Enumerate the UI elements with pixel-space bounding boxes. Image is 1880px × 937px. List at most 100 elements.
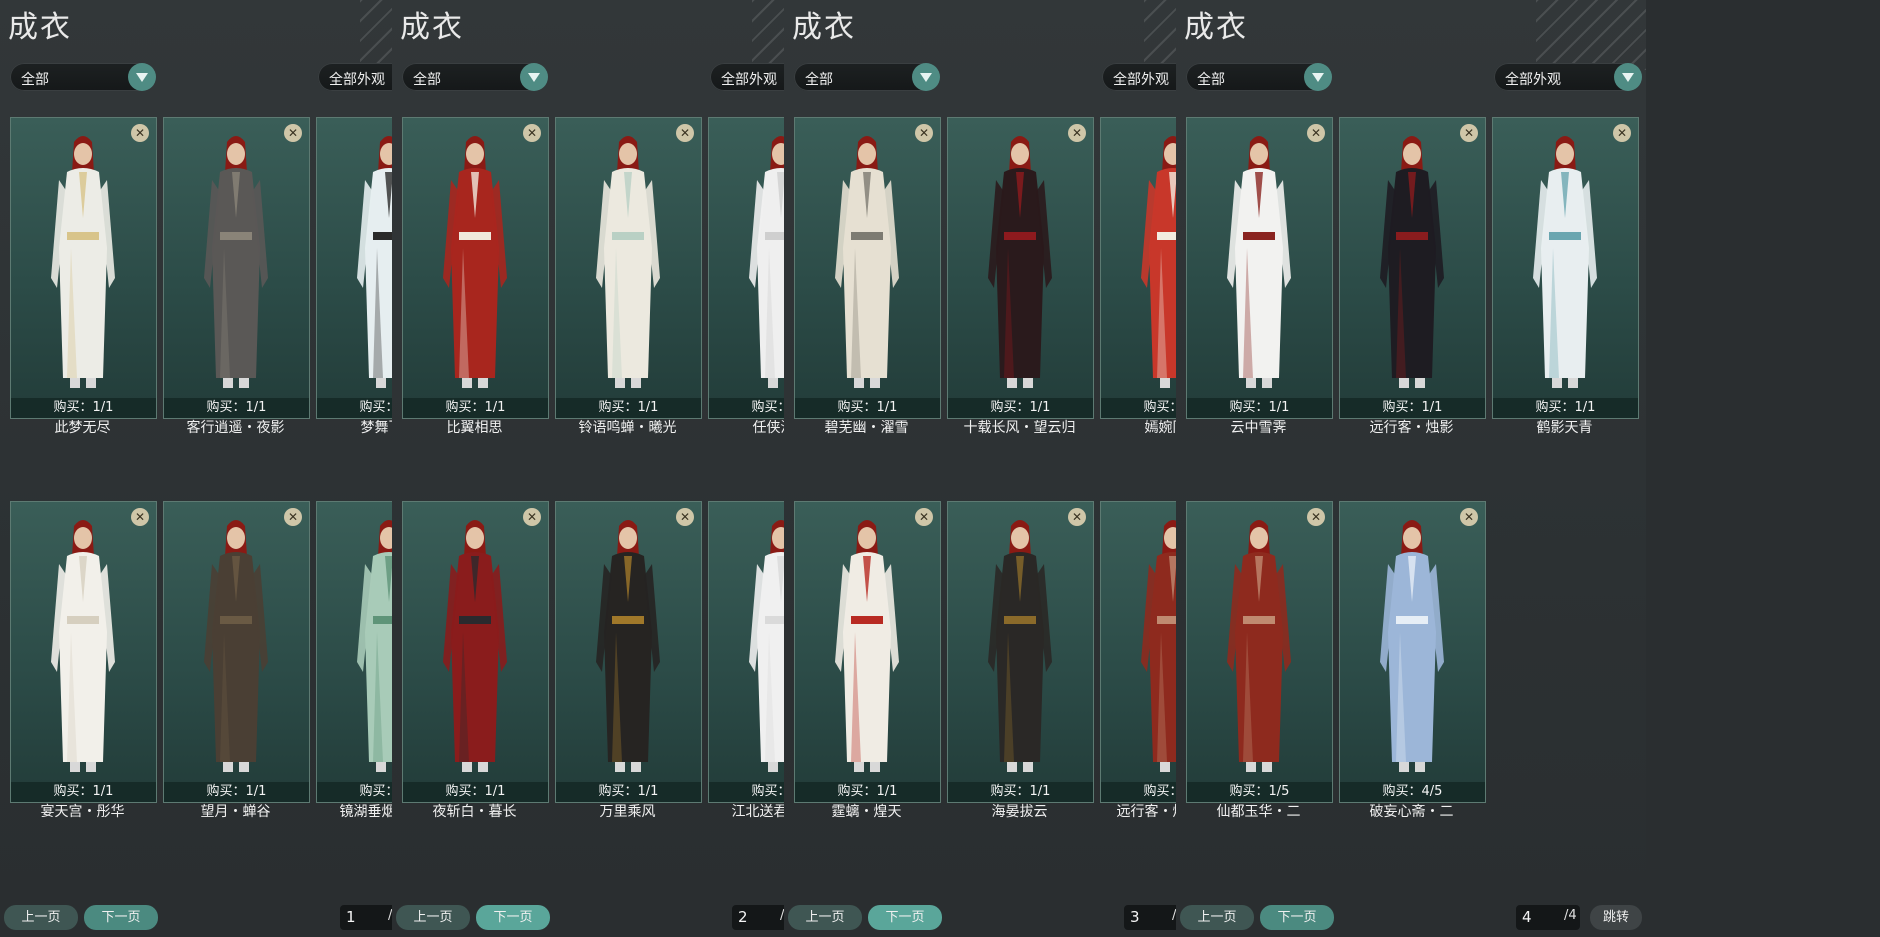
purchase-count: 购买：1/5 [1187,782,1332,802]
purchase-count: 购买：1/1 [556,782,701,802]
category-dropdown[interactable]: 全部 [1186,63,1332,91]
outfit-preview-image [1219,512,1299,788]
chevron-down-icon[interactable] [1614,63,1642,91]
next-page-button[interactable]: 下一页 [476,905,550,930]
outfit-card[interactable]: ✕ 购买：1/1 [10,501,157,803]
outfit-name: 鹤影天青 [1536,420,1593,436]
outfit-name: 此梦无尽 [54,420,111,436]
purchase-count: 购买：1/1 [948,782,1093,802]
trash-icon[interactable]: ✕ [131,124,149,142]
outfit-card[interactable]: ✕ 购买：1/1 [555,501,702,803]
trash-icon[interactable]: ✕ [915,508,933,526]
trash-icon[interactable]: ✕ [1613,124,1631,142]
outfit-card[interactable]: ✕ 购买：1/1 [794,117,941,419]
trash-icon[interactable]: ✕ [915,124,933,142]
next-page-button[interactable]: 下一页 [868,905,942,930]
outfit-preview-image [588,128,668,404]
outfit-name: 海晏拔云 [991,804,1048,820]
category-dropdown-value: 全部 [805,72,833,88]
panel-title: 成衣 [1184,10,1248,45]
outfit-card[interactable]: ✕ 购买：1/1 [163,501,310,803]
outfit-card[interactable]: ✕ 购买：1/1 [1492,117,1639,419]
purchase-count: 购买：1/1 [795,782,940,802]
outfit-name: 宴天宫・彤华 [40,804,125,820]
purchase-count: 购买：1/1 [1340,398,1485,418]
purchase-count: 购买：1/1 [11,398,156,418]
outfit-name: 破妄心斋・二 [1369,804,1454,820]
next-page-button[interactable]: 下一页 [84,905,158,930]
outfit-card[interactable]: ✕ 购买：1/1 [947,501,1094,803]
prev-page-button[interactable]: 上一页 [4,905,78,930]
next-page-button[interactable]: 下一页 [1260,905,1334,930]
outfit-card[interactable]: ✕ 购买：1/1 [947,117,1094,419]
outfit-card[interactable]: ✕ 购买：1/1 [1339,117,1486,419]
appearance-dropdown[interactable]: 全部外观 [1494,63,1642,91]
panel-title: 成衣 [8,10,72,45]
category-dropdown[interactable]: 全部 [402,63,548,91]
trash-icon[interactable]: ✕ [1307,508,1325,526]
outfit-card[interactable]: ✕ 购买：1/1 [1186,117,1333,419]
purchase-count: 购买：4/5 [1340,782,1485,802]
outfit-name: 十载长风・望云归 [963,420,1076,436]
prev-page-button[interactable]: 上一页 [396,905,470,930]
purchase-count: 购买：1/1 [1187,398,1332,418]
outfit-card[interactable]: ✕ 购买：4/5 [1339,501,1486,803]
outfit-name: 夜斩白・暮长 [432,804,517,820]
outfit-card[interactable]: ✕ 购买：1/1 [402,117,549,419]
outfit-preview-image [980,512,1060,788]
trash-icon[interactable]: ✕ [1068,508,1086,526]
page-number-input[interactable]: 4/4 [1516,905,1580,930]
purchase-count: 购买：1/1 [556,398,701,418]
outfit-preview-image [1219,128,1299,404]
trash-icon[interactable]: ✕ [1460,508,1478,526]
trash-icon[interactable]: ✕ [523,508,541,526]
category-dropdown-value: 全部 [413,72,441,88]
outfit-card[interactable]: ✕ 购买：1/1 [10,117,157,419]
outfit-name: 远行客・烛影 [1369,420,1454,436]
outfit-preview-image [435,128,515,404]
prev-page-button[interactable]: 上一页 [788,905,862,930]
current-page: 4 [1522,908,1532,926]
outfit-preview-image [1525,128,1605,404]
trash-icon[interactable]: ✕ [676,508,694,526]
outfit-preview-image [196,128,276,404]
category-dropdown[interactable]: 全部 [794,63,940,91]
screen: 成衣全部 全部外观 ✕ 购买：1/1 此梦无尽 ✕ 购买：1/1 客行逍遥・夜影 ✕ 购买：1/1… [0,0,1880,937]
outfit-preview-image [196,512,276,788]
outfit-card[interactable]: ✕ 购买：1/1 [402,501,549,803]
purchase-count: 购买：1/1 [948,398,1093,418]
chevron-down-icon[interactable] [128,63,156,91]
chevron-down-icon[interactable] [520,63,548,91]
outfit-name: 仙都玉华・二 [1216,804,1301,820]
category-dropdown[interactable]: 全部 [10,63,156,91]
trash-icon[interactable]: ✕ [1460,124,1478,142]
current-page: 1 [346,908,356,926]
chevron-down-icon[interactable] [912,63,940,91]
trash-icon[interactable]: ✕ [284,124,302,142]
outfit-card[interactable]: ✕ 购买：1/1 [794,501,941,803]
outfit-name: 云中雪霁 [1230,420,1287,436]
trash-icon[interactable]: ✕ [676,124,694,142]
outfit-name: 望月・蝉谷 [200,804,271,820]
prev-page-button[interactable]: 上一页 [1180,905,1254,930]
trash-icon[interactable]: ✕ [523,124,541,142]
outfit-name: 万里乘风 [599,804,656,820]
trash-icon[interactable]: ✕ [1307,124,1325,142]
outfit-name: 铃语鸣蝉・曦光 [578,420,677,436]
category-dropdown-value: 全部 [1197,72,1225,88]
appearance-dropdown-value: 全部外观 [1505,72,1561,88]
outfit-card[interactable]: ✕ 购买：1/5 [1186,501,1333,803]
panel-title: 成衣 [400,10,464,45]
purchase-count: 购买：1/1 [164,782,309,802]
outfit-preview-image [43,128,123,404]
jump-button[interactable]: 跳转 [1590,905,1642,930]
outfit-preview-image [435,512,515,788]
outfit-card[interactable]: ✕ 购买：1/1 [555,117,702,419]
trash-icon[interactable]: ✕ [131,508,149,526]
chevron-down-icon[interactable] [1304,63,1332,91]
outfit-preview-image [827,512,907,788]
outfit-card[interactable]: ✕ 购买：1/1 [163,117,310,419]
trash-icon[interactable]: ✕ [284,508,302,526]
purchase-count: 购买：1/1 [403,398,548,418]
trash-icon[interactable]: ✕ [1068,124,1086,142]
